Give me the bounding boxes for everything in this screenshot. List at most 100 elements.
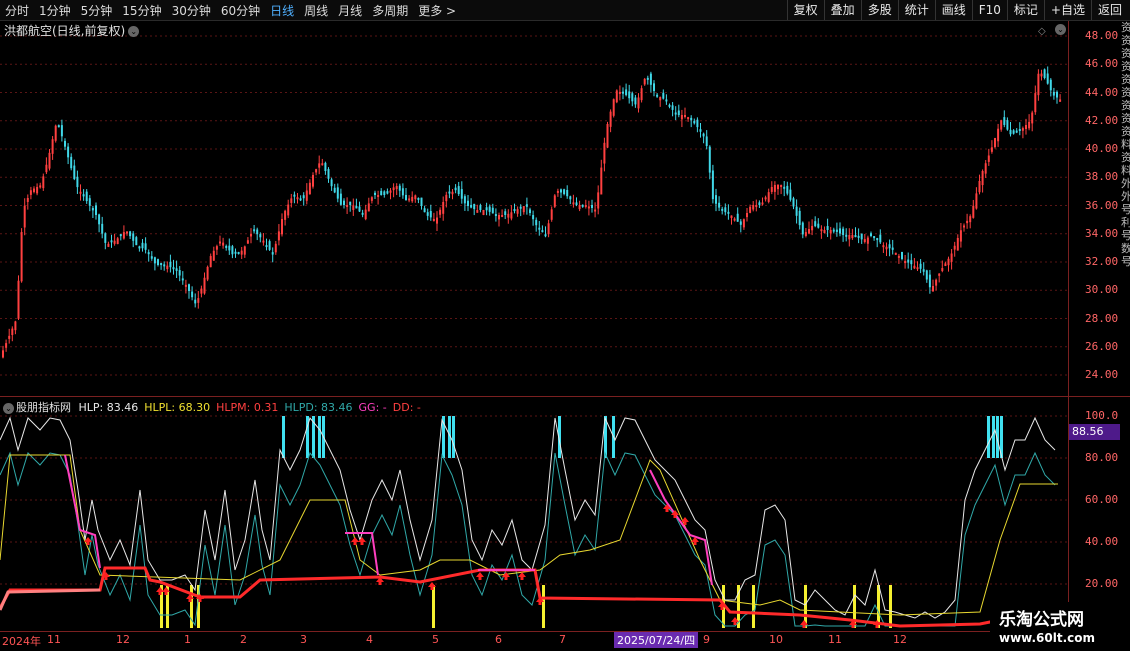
candle-body xyxy=(88,198,91,206)
candle-body xyxy=(742,219,745,228)
candle-body xyxy=(405,194,407,200)
candle-body xyxy=(525,204,528,207)
chart-canvas[interactable] xyxy=(0,0,1068,631)
signal-bar-cyan xyxy=(282,416,285,458)
candle-body xyxy=(42,176,45,189)
candle-body xyxy=(646,77,649,80)
candle-body xyxy=(57,125,60,128)
candle-body xyxy=(23,205,26,228)
watermark-url: www.60lt.com xyxy=(999,631,1096,645)
candle-body xyxy=(1034,93,1037,113)
candle-body xyxy=(302,195,305,199)
candle-body xyxy=(662,92,665,99)
side-panel-edge: 资资资资资资资资资料资料外外号利号数号 xyxy=(1121,21,1130,268)
crosshair-date: 2025/07/24/四 xyxy=(614,632,699,648)
candle-body xyxy=(820,229,823,232)
chevron-down-icon[interactable]: ⌄ xyxy=(1055,24,1066,35)
chevron-down-icon[interactable]: ⌄ xyxy=(128,26,140,37)
candle-body xyxy=(513,209,516,212)
candle-body xyxy=(324,162,327,171)
candle-body xyxy=(556,190,559,193)
candle-body xyxy=(941,268,944,272)
candle-body xyxy=(950,253,953,262)
candle-body xyxy=(85,191,88,202)
candle-body xyxy=(26,198,29,202)
candle-body xyxy=(848,235,851,240)
candle-body xyxy=(73,165,76,180)
candle-body xyxy=(823,230,826,233)
stock-title-text: 洪都航空(日线,前复权) xyxy=(4,24,126,38)
candle-body xyxy=(138,246,141,249)
toolbar-button[interactable]: 返回 xyxy=(1090,0,1128,20)
candle-body xyxy=(262,240,265,243)
candle-body xyxy=(857,235,860,238)
candle-body xyxy=(383,191,386,195)
candle-body xyxy=(491,207,494,214)
date-axis-label: 3 xyxy=(300,633,307,646)
candle-body xyxy=(767,192,770,202)
candle-body xyxy=(798,210,801,226)
candle-body xyxy=(150,256,153,259)
candle-body xyxy=(417,197,420,200)
chevron-down-icon[interactable]: ⌄ xyxy=(3,402,14,414)
candle-body xyxy=(634,97,637,105)
candle-body xyxy=(1025,125,1027,129)
candle-body xyxy=(277,231,280,241)
candle-body xyxy=(953,245,956,250)
candle-body xyxy=(352,205,355,210)
candle-body xyxy=(693,120,696,124)
candle-body xyxy=(879,234,882,243)
indicator-header: ⌄ 股朋指标网 HLP: 83.46 HLPL: 68.30 HLPM: 0.31 HL… xyxy=(3,399,427,415)
candle-body xyxy=(684,115,686,117)
candle-body xyxy=(656,94,659,97)
candle-body xyxy=(386,191,389,194)
candle-body xyxy=(501,215,504,217)
candle-body xyxy=(392,187,395,191)
candle-body xyxy=(1037,73,1040,96)
candle-body xyxy=(770,187,773,192)
candle-body xyxy=(866,237,869,244)
candle-body xyxy=(876,238,879,241)
candle-body xyxy=(758,202,761,205)
indicator-value: HLPM: 0.31 xyxy=(216,401,279,414)
candle-body xyxy=(54,125,57,141)
signal-bar-yellow xyxy=(542,585,545,628)
arrow-up-icon xyxy=(351,537,359,545)
candle-body xyxy=(997,128,1000,142)
signal-bar-cyan xyxy=(318,416,321,458)
date-axis-label: 11 xyxy=(47,633,61,646)
price-axis-label: 34.00 xyxy=(1085,226,1119,240)
candle-body xyxy=(79,191,82,194)
candle-body xyxy=(178,270,181,276)
candle-body xyxy=(141,242,144,249)
date-axis-label: 2024年 xyxy=(2,635,41,648)
candle-body xyxy=(473,203,476,210)
candle-body xyxy=(842,228,845,235)
candle-body xyxy=(925,270,928,280)
candle-body xyxy=(463,196,466,204)
candle-body xyxy=(935,279,938,286)
candle-body xyxy=(346,205,349,207)
price-axis-label: 30.00 xyxy=(1085,283,1119,297)
candle-body xyxy=(370,197,373,201)
candle-body xyxy=(665,99,668,102)
candle-body xyxy=(956,238,959,251)
candle-body xyxy=(901,251,903,259)
candle-body xyxy=(801,222,804,235)
candle-body xyxy=(811,225,814,231)
indicator-value: HLPD: 83.46 xyxy=(284,401,353,414)
candle-body xyxy=(625,89,628,96)
candle-body xyxy=(1015,130,1018,133)
candle-body xyxy=(426,212,429,216)
candle-body xyxy=(829,230,832,234)
candle-body xyxy=(212,250,215,261)
candle-body xyxy=(975,193,978,209)
candle-body xyxy=(696,119,699,128)
diamond-icon[interactable]: ◇ xyxy=(1038,26,1046,37)
candle-body xyxy=(519,206,522,209)
candle-body xyxy=(1000,120,1003,130)
candle-body xyxy=(355,206,358,209)
candle-body xyxy=(637,97,640,109)
price-axis-label: 42.00 xyxy=(1085,113,1119,127)
candle-body xyxy=(122,232,125,239)
